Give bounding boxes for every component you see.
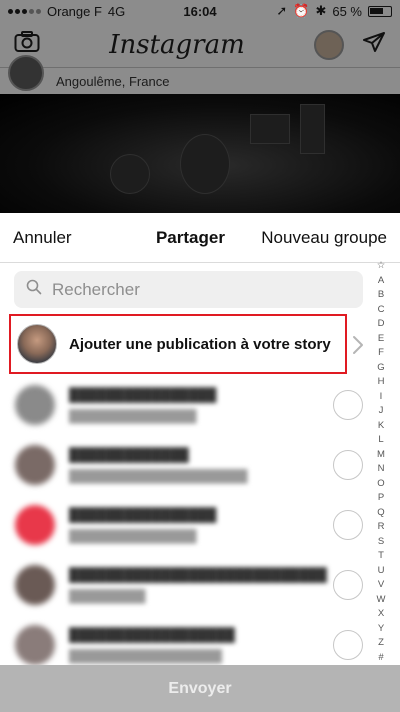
- post-image-detail: [180, 134, 230, 194]
- contact-select-radio[interactable]: [333, 390, 363, 420]
- alphabet-index-letter[interactable]: A: [378, 274, 384, 289]
- post-image-detail: [300, 104, 325, 154]
- search-icon: [26, 279, 42, 300]
- contact-name: ████████████████████████████: [69, 567, 327, 582]
- share-sheet-header: Annuler Partager Nouveau groupe: [0, 213, 400, 263]
- contact-select-radio[interactable]: [333, 510, 363, 540]
- alphabet-index-letter[interactable]: Y: [378, 622, 384, 637]
- header-right-group: [313, 29, 386, 60]
- status-bar-left: Orange F 4G: [8, 4, 158, 19]
- contact-subtitle: █████████████████████: [69, 469, 248, 483]
- contact-row[interactable]: ████████████████ ███████████████: [0, 495, 370, 555]
- contact-subtitle: ██████████████████: [69, 649, 223, 663]
- alphabet-index-letter[interactable]: X: [378, 607, 384, 622]
- contact-row[interactable]: █████████████ █████████████████████: [0, 435, 370, 495]
- alphabet-index-letter[interactable]: U: [378, 564, 385, 579]
- contact-text: ████████████████ ███████████████: [69, 387, 216, 423]
- contact-name: █████████████: [69, 447, 189, 462]
- alphabet-index-letter[interactable]: S: [378, 535, 384, 550]
- post-author-avatar: [8, 55, 44, 91]
- alphabet-index-letter[interactable]: L: [378, 433, 383, 448]
- contact-select-radio[interactable]: [333, 630, 363, 660]
- chevron-right-icon[interactable]: [352, 335, 364, 360]
- contact-text: ████████████████████████████ █████████: [69, 567, 327, 603]
- alphabet-index-letter[interactable]: R: [378, 520, 385, 535]
- contact-text: ██████████████████ ██████████████████: [69, 627, 235, 663]
- status-bar-right: ➚ ⏰ ✱ 65 %: [242, 3, 392, 19]
- story-avatar: [17, 324, 57, 364]
- cancel-button[interactable]: Annuler: [13, 228, 72, 248]
- battery-percent: 65 %: [332, 3, 362, 19]
- contact-select-radio[interactable]: [333, 570, 363, 600]
- post-image-detail: [110, 154, 150, 194]
- alphabet-index-letter[interactable]: #: [378, 651, 383, 666]
- contact-select-radio[interactable]: [333, 450, 363, 480]
- post-image-detail: [250, 114, 290, 144]
- contact-avatar: [15, 565, 55, 605]
- status-bar: Orange F 4G 16:04 ➚ ⏰ ✱ 65 %: [0, 0, 400, 22]
- post-location: Angoulême, France: [56, 73, 170, 89]
- contact-avatar: [15, 445, 55, 485]
- send-button[interactable]: Envoyer: [0, 665, 400, 712]
- contact-name: ████████████████: [69, 387, 217, 402]
- camera-icon: [14, 31, 40, 58]
- alphabet-index-letter[interactable]: G: [377, 361, 384, 376]
- new-group-button[interactable]: Nouveau groupe: [261, 228, 387, 248]
- alphabet-index-letter[interactable]: Q: [377, 506, 384, 521]
- battery-icon: [368, 5, 392, 17]
- dimmed-feed-background: Orange F 4G 16:04 ➚ ⏰ ✱ 65 % Instagram A…: [0, 0, 400, 213]
- alphabet-index-letter[interactable]: M: [377, 448, 385, 463]
- direct-message-icon: [362, 31, 386, 58]
- alphabet-index-letter[interactable]: T: [378, 549, 384, 564]
- share-sheet-title: Partager: [155, 227, 225, 247]
- alphabet-index-letter[interactable]: J: [379, 404, 384, 419]
- status-time: 16:04: [183, 3, 217, 19]
- alphabet-index-letter[interactable]: W: [377, 593, 386, 608]
- alphabet-index-letter[interactable]: ☆: [377, 259, 386, 274]
- alphabet-index-letter[interactable]: O: [377, 477, 384, 492]
- alphabet-index-letter[interactable]: N: [378, 462, 385, 477]
- contact-row[interactable]: ████████████████████████████ █████████: [0, 555, 370, 615]
- contact-subtitle: █████████: [69, 589, 146, 603]
- alphabet-index-letter[interactable]: H: [378, 375, 385, 390]
- alphabet-index-letter[interactable]: B: [378, 288, 384, 303]
- add-to-story-row[interactable]: Ajouter une publication à votre story: [9, 314, 347, 374]
- alphabet-index-letter[interactable]: E: [378, 332, 384, 347]
- add-to-story-label: Ajouter une publication à votre story: [69, 335, 331, 353]
- alphabet-index-letter[interactable]: F: [378, 346, 384, 361]
- contact-avatar: [15, 625, 55, 665]
- search-field[interactable]: [14, 271, 363, 308]
- search-input[interactable]: [52, 279, 342, 300]
- location-icon: ➚: [276, 3, 288, 18]
- alphabet-index[interactable]: ☆ A B C D E F G H I J K L M N O P Q R S …: [371, 259, 391, 665]
- contact-name: ██████████████████: [69, 627, 235, 642]
- contact-text: █████████████ █████████████████████: [69, 447, 248, 483]
- alphabet-index-letter[interactable]: Z: [378, 636, 384, 651]
- send-button-label: Envoyer: [168, 679, 232, 697]
- signal-strength-icon: [8, 8, 41, 14]
- share-sheet: Annuler Partager Nouveau groupe Ajouter …: [0, 213, 400, 712]
- contact-subtitle: ███████████████: [69, 529, 197, 543]
- bluetooth-icon: ✱: [315, 3, 327, 18]
- carrier-label: Orange F: [47, 3, 102, 19]
- alphabet-index-letter[interactable]: I: [380, 390, 383, 405]
- alarm-icon: ⏰: [293, 3, 310, 18]
- network-label: 4G: [107, 3, 126, 19]
- alphabet-index-letter[interactable]: D: [378, 317, 385, 332]
- contact-row[interactable]: ████████████████ ███████████████: [0, 375, 370, 435]
- post-image: [0, 94, 400, 213]
- app-header: Instagram: [0, 22, 400, 68]
- contact-avatar: [15, 385, 55, 425]
- contact-text: ████████████████ ███████████████: [69, 507, 216, 543]
- post-header: Angoulême, France: [0, 55, 400, 94]
- alphabet-index-letter[interactable]: V: [378, 578, 384, 593]
- contact-avatar: [15, 505, 55, 545]
- profile-avatar: [313, 29, 344, 60]
- contact-name: ████████████████: [69, 507, 217, 522]
- app-logo: Instagram: [109, 29, 245, 60]
- alphabet-index-letter[interactable]: C: [378, 303, 385, 318]
- alphabet-index-letter[interactable]: K: [378, 419, 384, 434]
- contact-subtitle: ███████████████: [69, 409, 197, 423]
- alphabet-index-letter[interactable]: P: [378, 491, 384, 506]
